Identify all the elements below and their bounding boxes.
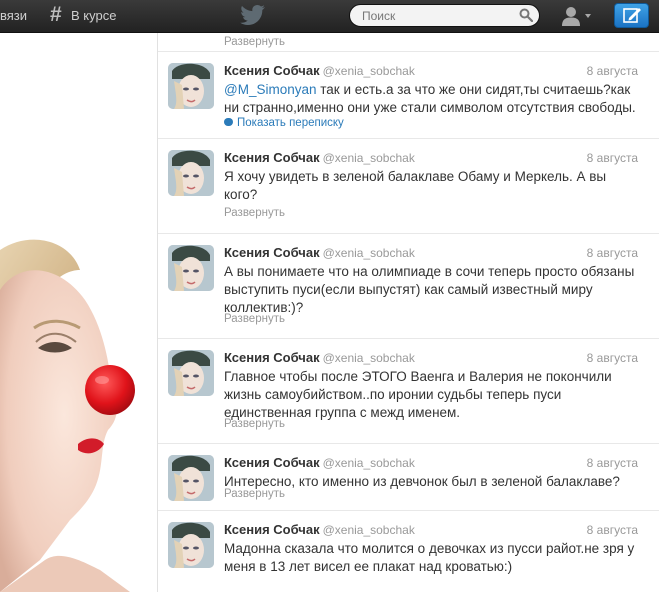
avatar-image <box>168 455 214 501</box>
nav-connect-link[interactable]: вязи <box>0 8 27 23</box>
tweet-timestamp[interactable]: 8 августа <box>587 151 638 165</box>
tweet-timestamp[interactable]: 8 августа <box>587 246 638 260</box>
clown-nose-portrait-image <box>0 239 135 592</box>
avatar[interactable] <box>168 455 214 501</box>
tweet-timestamp[interactable]: 8 августа <box>587 523 638 537</box>
avatar-image <box>168 350 214 396</box>
user-menu-icon[interactable] <box>560 5 596 27</box>
twitter-bird-icon[interactable] <box>240 4 266 26</box>
author-handle[interactable]: @xenia_sobchak <box>323 523 415 537</box>
tweet-stream: Развернуть Ксения Собчак @xenia_sobchak 8… <box>157 32 659 592</box>
author-handle[interactable]: @xenia_sobchak <box>323 64 415 78</box>
search-input[interactable] <box>349 4 540 27</box>
tweet-text: Мадонна сказала что молится о девочках и… <box>224 541 635 574</box>
avatar-image <box>168 150 214 196</box>
author-name[interactable]: Ксения Собчак @xenia_sobchak <box>224 150 415 165</box>
avatar-image <box>168 522 214 568</box>
speech-bubble-icon <box>224 118 233 126</box>
avatar[interactable] <box>168 63 214 109</box>
avatar-image <box>168 63 214 109</box>
avatar[interactable] <box>168 350 214 396</box>
top-navigation-bar: вязи # В курсе <box>0 0 659 33</box>
author-handle[interactable]: @xenia_sobchak <box>323 456 415 470</box>
nav-discover-link[interactable]: В курсе <box>71 8 116 23</box>
tweet-item[interactable]: Ксения Собчак @xenia_sobchak 8 августа А … <box>158 235 659 339</box>
tweet-timestamp[interactable]: 8 августа <box>587 351 638 365</box>
author-handle[interactable]: @xenia_sobchak <box>323 151 415 165</box>
avatar[interactable] <box>168 150 214 196</box>
expand-link[interactable]: Развернуть <box>224 36 285 48</box>
tweet-text: Я хочу увидеть в зеленой балаклаве Обаму… <box>224 169 607 202</box>
tweet-text: Интересно, кто именно из девчонок был в … <box>224 474 620 489</box>
compose-icon <box>623 8 641 23</box>
tweet-text: Главное чтобы после ЭТОГО Ваенга и Валер… <box>224 369 612 420</box>
tweet-item[interactable]: Ксения Собчак @xenia_sobchak 8 августа Гл… <box>158 340 659 444</box>
tweet-item[interactable]: Ксения Собчак @xenia_sobchak 8 августа Ин… <box>158 445 659 511</box>
expand-link[interactable]: Развернуть <box>224 207 285 219</box>
search-icon[interactable] <box>519 8 533 22</box>
background-photo <box>0 230 160 592</box>
author-name[interactable]: Ксения Собчак @xenia_sobchak <box>224 522 415 537</box>
author-name[interactable]: Ксения Собчак @xenia_sobchak <box>224 245 415 260</box>
tweet-text: А вы понимаете что на олимпиаде в сочи т… <box>224 264 635 315</box>
show-conversation-link[interactable]: Показать переписку <box>224 117 344 129</box>
avatar[interactable] <box>168 245 214 291</box>
expand-link[interactable]: Развернуть <box>224 313 285 325</box>
hashtag-icon: # <box>50 3 62 26</box>
avatar[interactable] <box>168 522 214 568</box>
compose-tweet-button[interactable] <box>614 3 649 28</box>
mention-link[interactable]: @M_Simonyan <box>224 82 317 97</box>
tweet-item[interactable]: Ксения Собчак @xenia_sobchak 8 августа @M… <box>158 53 659 139</box>
tweet-timestamp[interactable]: 8 августа <box>587 64 638 78</box>
tweet-item[interactable]: Ксения Собчак @xenia_sobchak 8 августа Я … <box>158 140 659 234</box>
expand-link[interactable]: Развернуть <box>224 488 285 500</box>
expand-link[interactable]: Развернуть <box>224 418 285 430</box>
tweet-item[interactable]: Ксения Собчак @xenia_sobchak 8 августа Ма… <box>158 512 659 596</box>
tweet-timestamp[interactable]: 8 августа <box>587 456 638 470</box>
author-name[interactable]: Ксения Собчак @xenia_sobchak <box>224 455 415 470</box>
avatar-image <box>168 245 214 291</box>
author-name[interactable]: Ксения Собчак @xenia_sobchak <box>224 350 415 365</box>
tweet-text: @M_Simonyan так и есть.а за что же они с… <box>224 82 636 115</box>
author-handle[interactable]: @xenia_sobchak <box>323 351 415 365</box>
author-handle[interactable]: @xenia_sobchak <box>323 246 415 260</box>
author-name[interactable]: Ксения Собчак @xenia_sobchak <box>224 63 415 78</box>
